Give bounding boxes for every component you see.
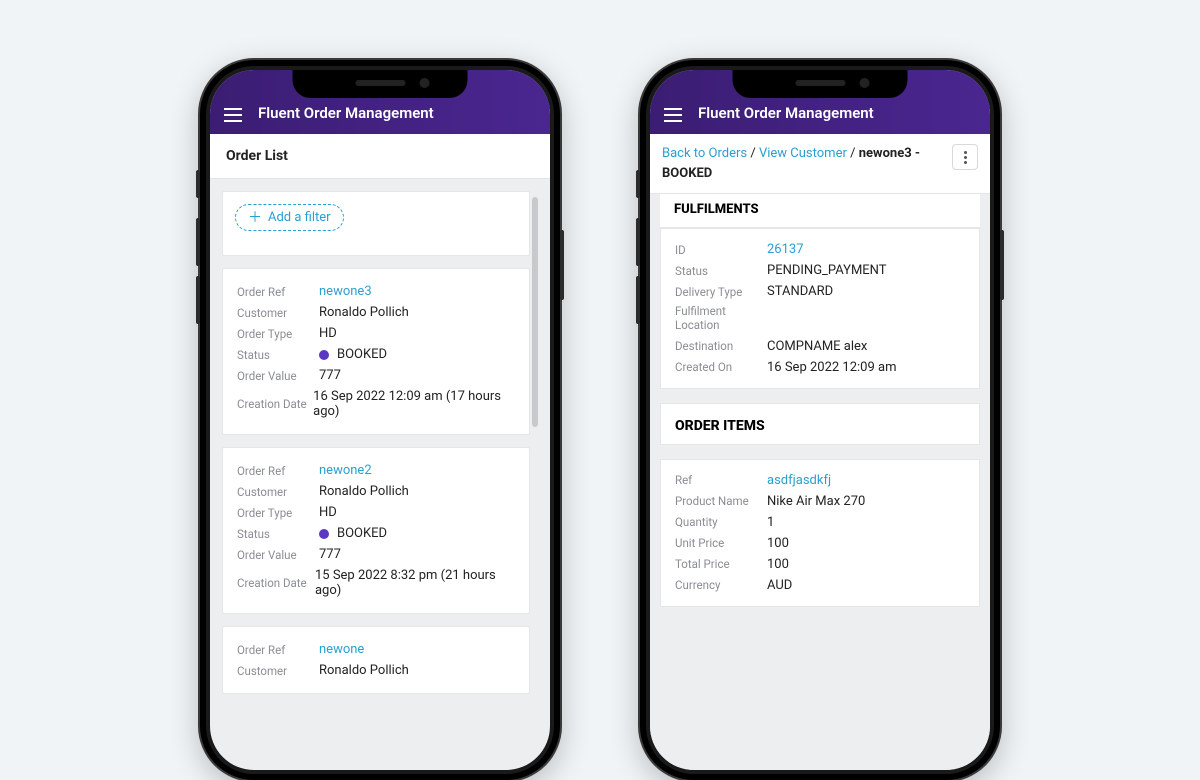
field-label: Total Price [675,557,767,571]
page-title: Order List [210,134,550,179]
breadcrumb-back-link[interactable]: Back to Orders [662,146,747,161]
order-type-value: HD [319,326,337,341]
field-label: Status [675,264,767,278]
product-name: Nike Air Max 270 [767,494,865,509]
total-price: 100 [767,557,789,572]
field-label: Quantity [675,515,767,529]
phone-side-button [636,218,640,266]
order-ref-link[interactable]: newone3 [319,284,372,299]
stage: Fluent Order Management Order List ＋ Add… [0,0,1200,600]
field-label: Order Ref [237,643,319,657]
fulfilment-id-link[interactable]: 26137 [767,242,804,257]
breadcrumb-sep: / [750,146,755,161]
fulfilment-card: ID26137 StatusPENDING_PAYMENT Delivery T… [660,228,980,389]
field-label: Currency [675,578,767,592]
order-ref-link[interactable]: newone2 [319,463,372,478]
field-label: Customer [237,664,319,678]
order-items-heading: ORDER ITEMS [660,403,980,445]
status-value: BOOKED [319,347,387,362]
menu-icon[interactable] [224,108,242,122]
phone-frame-left: Fluent Order Management Order List ＋ Add… [200,60,560,780]
order-card[interactable]: Order Refnewone CustomerRonaldo Pollich [222,626,530,694]
order-card[interactable]: Order Refnewone2 CustomerRonaldo Pollich… [222,447,530,614]
add-filter-button[interactable]: ＋ Add a filter [235,204,344,231]
order-type-value: HD [319,505,337,520]
screen-right: Fluent Order Management Back to Orders /… [650,70,990,770]
breadcrumb: Back to Orders / View Customer / newone3… [650,134,990,194]
field-label: Order Type [237,506,319,520]
more-actions-button[interactable] [952,144,978,170]
phone-notch [733,70,908,98]
creation-date-value: 16 Sep 2022 12:09 am (17 hours ago) [313,389,515,419]
phone-side-button [560,230,564,300]
field-label: Ref [675,473,767,487]
field-label: Created On [675,360,767,374]
status-dot-icon [319,529,329,539]
field-label: Order Type [237,327,319,341]
scrollbar[interactable] [532,197,538,427]
field-label: Creation Date [237,397,313,411]
breadcrumb-sep: / [850,146,855,161]
phone-notch [293,70,468,98]
customer-value: Ronaldo Pollich [319,305,409,320]
customer-value: Ronaldo Pollich [319,663,409,678]
status-dot-icon [319,350,329,360]
customer-value: Ronaldo Pollich [319,484,409,499]
fulfilments-heading: FULFILMENTS [660,194,980,228]
add-filter-label: Add a filter [268,210,331,225]
phone-frame-right: Fluent Order Management Back to Orders /… [640,60,1000,780]
status-value: BOOKED [319,526,387,541]
order-value: 777 [319,547,341,562]
field-label: Creation Date [237,576,315,590]
order-ref-link[interactable]: newone [319,642,364,657]
field-label: Customer [237,485,319,499]
content-area: FULFILMENTS ID26137 StatusPENDING_PAYMEN… [650,194,990,770]
field-label: Status [237,348,319,362]
fulfilment-status: PENDING_PAYMENT [767,263,887,278]
delivery-type: STANDARD [767,284,833,299]
field-label: Customer [237,306,319,320]
order-card[interactable]: Order Refnewone3 CustomerRonaldo Pollich… [222,268,530,435]
phone-side-button [636,170,640,198]
field-label: Fulfilment Location [675,305,767,333]
field-label: ID [675,243,767,257]
phone-side-button [1000,230,1004,300]
field-label: Status [237,527,319,541]
phone-side-button [196,276,200,324]
app-title: Fluent Order Management [258,104,434,122]
order-item-card: Refasdfjasdkfj Product NameNike Air Max … [660,459,980,607]
menu-icon[interactable] [664,108,682,122]
breadcrumb-view-customer-link[interactable]: View Customer [759,146,847,161]
creation-date-value: 15 Sep 2022 8:32 pm (21 hours ago) [315,568,515,598]
field-label: Order Ref [237,464,319,478]
field-label: Unit Price [675,536,767,550]
field-label: Product Name [675,494,767,508]
phone-side-button [196,170,200,198]
field-label: Order Value [237,548,319,562]
order-value: 777 [319,368,341,383]
field-label: Order Value [237,369,319,383]
quantity: 1 [767,515,774,530]
filter-block: ＋ Add a filter [222,191,530,256]
field-label: Delivery Type [675,285,767,299]
created-on: 16 Sep 2022 12:09 am [767,360,897,375]
dots-icon [964,161,967,164]
content-area: ＋ Add a filter Order Refnewone3 Customer… [210,179,550,767]
dots-icon [964,156,967,159]
app-title: Fluent Order Management [698,104,874,122]
currency: AUD [767,578,792,593]
plus-icon: ＋ [248,211,262,225]
item-ref-link[interactable]: asdfjasdkfj [767,473,831,488]
destination: COMPNAME alex [767,339,867,354]
phone-side-button [636,276,640,324]
phone-side-button [196,218,200,266]
field-label: Destination [675,339,767,353]
dots-icon [964,151,967,154]
screen-left: Fluent Order Management Order List ＋ Add… [210,70,550,770]
field-label: Order Ref [237,285,319,299]
unit-price: 100 [767,536,789,551]
